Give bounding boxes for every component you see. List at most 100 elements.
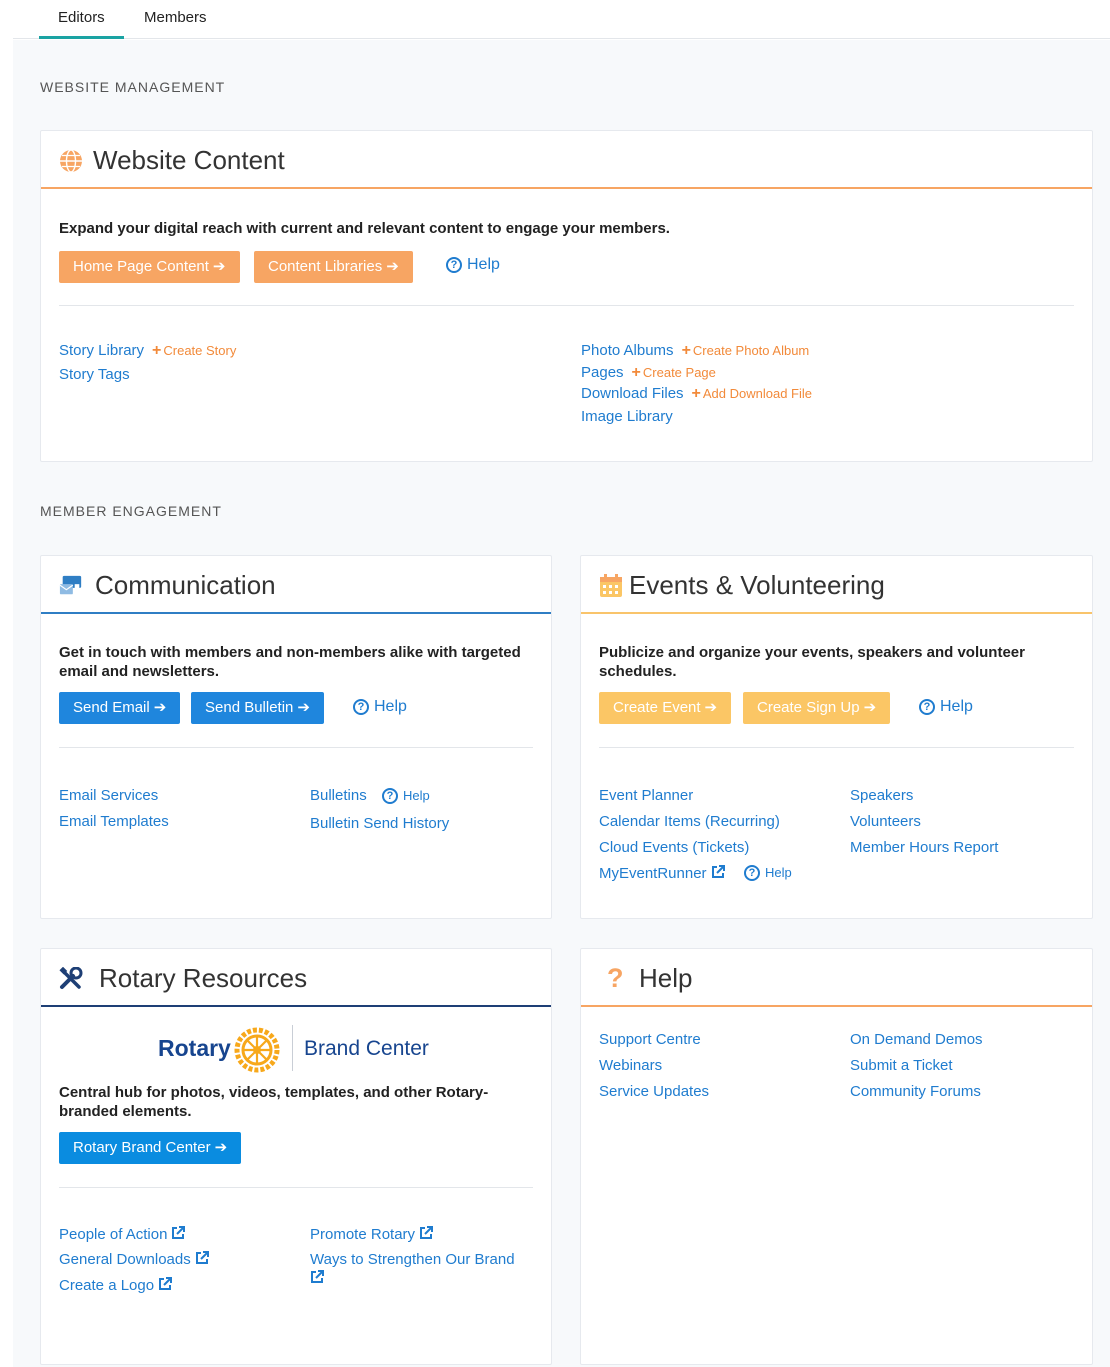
bulletins-help-link[interactable]: ? Help <box>382 788 430 804</box>
calendar-items-link[interactable]: Calendar Items (Recurring) <box>599 812 780 831</box>
community-forums-link[interactable]: Community Forums <box>850 1082 981 1101</box>
help-link[interactable]: ? Help <box>919 698 973 716</box>
card-description: Expand your digital reach with current a… <box>59 220 670 237</box>
pages-link[interactable]: Pages + Create Page <box>581 363 716 382</box>
volunteers-link[interactable]: Volunteers <box>850 812 921 831</box>
card-title: Help <box>639 963 693 993</box>
communication-card: Communication Get in touch with members … <box>40 555 552 919</box>
card-header: Rotary Resources <box>41 949 551 1007</box>
create-story-link[interactable]: + Create Story <box>152 342 236 359</box>
tab-bar: Editors Members <box>13 0 1110 39</box>
card-description: Publicize and organize your events, spea… <box>599 644 1025 680</box>
external-link-icon <box>420 1226 434 1239</box>
divider <box>59 747 533 748</box>
card-header: Website Content <box>41 131 1092 189</box>
general-downloads-link[interactable]: General Downloads <box>59 1250 209 1269</box>
email-services-link[interactable]: Email Services <box>59 786 158 805</box>
plus-icon: + <box>691 385 701 402</box>
calendar-icon <box>600 574 622 597</box>
bulletin-send-history-link[interactable]: Bulletin Send History <box>310 814 449 833</box>
myeventrunner-help-link[interactable]: ? Help <box>744 865 792 881</box>
card-description: Get in touch with members and non-member… <box>59 644 521 680</box>
ways-to-strengthen-link[interactable]: Ways to Strengthen Our Brand <box>310 1250 535 1288</box>
divider <box>599 747 1074 748</box>
content-libraries-button[interactable]: Content Libraries ➔ <box>254 251 413 283</box>
webinars-link[interactable]: Webinars <box>599 1056 662 1075</box>
card-title: Communication <box>95 570 276 600</box>
tab-members[interactable]: Members <box>125 0 226 39</box>
email-templates-link[interactable]: Email Templates <box>59 812 169 831</box>
send-email-button[interactable]: Send Email ➔ <box>59 692 181 724</box>
events-card: Events & Volunteering Publicize and orga… <box>580 555 1093 919</box>
card-header: ? Help <box>581 949 1092 1007</box>
arrow-right-icon: ➔ <box>386 258 399 275</box>
plus-icon: + <box>681 342 691 359</box>
create-event-button[interactable]: Create Event ➔ <box>599 692 732 724</box>
external-link-icon <box>311 1270 324 1283</box>
story-tags-link[interactable]: Story Tags <box>59 365 130 384</box>
image-library-link[interactable]: Image Library <box>581 407 673 426</box>
external-link-icon <box>172 1226 186 1239</box>
section-title-member-engagement: MEMBER ENGAGEMENT <box>40 503 222 519</box>
photo-albums-link[interactable]: Photo Albums + Create Photo Album <box>581 341 809 360</box>
create-page-link[interactable]: + Create Page <box>631 364 716 381</box>
brand-center-label: Brand Center <box>304 1037 429 1060</box>
rotary-wordmark: Rotary <box>158 1035 231 1061</box>
create-a-logo-link[interactable]: Create a Logo <box>59 1276 173 1295</box>
submit-a-ticket-link[interactable]: Submit a Ticket <box>850 1056 953 1075</box>
website-content-card: Website Content Expand your digital reac… <box>40 130 1093 462</box>
on-demand-demos-link[interactable]: On Demand Demos <box>850 1030 983 1049</box>
speakers-link[interactable]: Speakers <box>850 786 913 805</box>
divider <box>59 305 1074 306</box>
tab-editors[interactable]: Editors <box>39 0 124 39</box>
member-hours-report-link[interactable]: Member Hours Report <box>850 838 998 857</box>
rotary-wheel-icon <box>234 1027 280 1073</box>
people-of-action-link[interactable]: People of Action <box>59 1225 186 1244</box>
help-link[interactable]: ? Help <box>353 698 407 716</box>
event-planner-link[interactable]: Event Planner <box>599 786 693 805</box>
support-centre-link[interactable]: Support Centre <box>599 1030 701 1049</box>
arrow-right-icon: ➔ <box>704 699 718 716</box>
card-header: Events & Volunteering <box>581 556 1092 614</box>
cloud-events-link[interactable]: Cloud Events (Tickets) <box>599 838 749 857</box>
arrow-right-icon: ➔ <box>212 258 226 275</box>
create-photo-album-link[interactable]: + Create Photo Album <box>681 342 810 359</box>
help-circle-icon: ? <box>382 788 398 804</box>
add-download-file-link[interactable]: + Add Download File <box>691 385 812 402</box>
help-circle-icon: ? <box>446 257 462 273</box>
bulletins-link[interactable]: Bulletins <box>310 786 367 805</box>
external-link-icon <box>159 1277 173 1290</box>
rotary-brand-center-button[interactable]: Rotary Brand Center ➔ <box>59 1132 242 1164</box>
plus-icon: + <box>631 364 641 381</box>
rotary-resources-card: Rotary Resources Rotary Brand Center Cen… <box>40 948 552 1365</box>
card-description: Central hub for photos, videos, template… <box>59 1084 489 1120</box>
divider <box>59 1187 533 1188</box>
arrow-right-icon: ➔ <box>214 1139 228 1156</box>
tools-icon <box>59 967 83 989</box>
plus-icon: + <box>152 342 162 359</box>
service-updates-link[interactable]: Service Updates <box>599 1082 709 1101</box>
external-link-icon <box>195 1251 209 1264</box>
help-circle-icon: ? <box>353 699 369 715</box>
myeventrunner-link[interactable]: MyEventRunner <box>599 864 725 883</box>
download-files-link[interactable]: Download Files + Add Download File <box>581 384 812 403</box>
question-mark-icon: ? <box>607 963 624 993</box>
globe-icon <box>60 149 82 173</box>
promote-rotary-link[interactable]: Promote Rotary <box>310 1225 434 1244</box>
home-page-content-button[interactable]: Home Page Content ➔ <box>59 251 240 283</box>
help-circle-icon: ? <box>744 865 760 881</box>
send-bulletin-button[interactable]: Send Bulletin ➔ <box>191 692 324 724</box>
help-link[interactable]: ? Help <box>446 256 500 274</box>
external-link-icon <box>711 865 725 878</box>
card-header: Communication <box>41 556 551 614</box>
arrow-right-icon: ➔ <box>153 699 167 716</box>
card-title: Website Content <box>93 145 285 175</box>
main-content: WEBSITE MANAGEMENT Website Content Expan… <box>13 40 1110 1367</box>
help-circle-icon: ? <box>919 699 935 715</box>
story-library-link[interactable]: Story Library + Create Story <box>59 341 236 360</box>
create-sign-up-button[interactable]: Create Sign Up ➔ <box>743 692 891 724</box>
arrow-right-icon: ➔ <box>297 699 310 716</box>
section-title-website-management: WEBSITE MANAGEMENT <box>40 79 226 95</box>
arrow-right-icon: ➔ <box>863 699 877 716</box>
rotary-brand-center-logo: Rotary Brand Center <box>158 1023 448 1075</box>
